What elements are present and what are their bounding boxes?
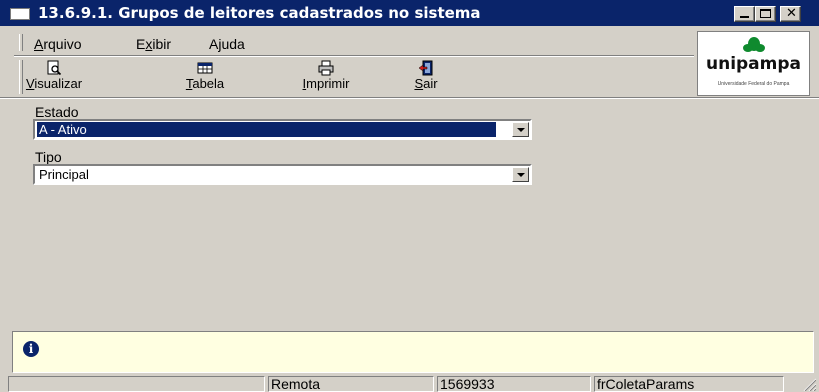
toolbar-divider	[0, 97, 819, 99]
close-icon: ✕	[786, 6, 797, 21]
minimize-button[interactable]	[734, 6, 755, 22]
maximize-button[interactable]	[755, 6, 776, 22]
info-panel: i	[12, 331, 814, 373]
preview-icon	[47, 60, 62, 76]
menu-ajuda-rest: uda	[221, 36, 245, 52]
estado-dropdown-button[interactable]	[512, 122, 529, 137]
menu-ajuda-pre: A	[209, 36, 219, 52]
status-connection: Remota	[268, 376, 434, 392]
tabela-label: Tabela	[185, 76, 225, 91]
menu-exibir[interactable]: Exibir	[136, 36, 171, 52]
menu-exibir-pre: E	[136, 36, 146, 52]
tipo-select[interactable]: Principal	[33, 164, 532, 185]
title-bar[interactable]: 13.6.9.1. Grupos de leitores cadastrados…	[0, 0, 819, 26]
estado-value: A - Ativo	[36, 121, 497, 138]
menubar-divider	[14, 55, 694, 57]
window-title: 13.6.9.1. Grupos de leitores cadastrados…	[38, 4, 481, 22]
tabela-button[interactable]: Tabela	[165, 58, 245, 96]
resize-grip-icon[interactable]	[792, 377, 816, 391]
imprimir-button[interactable]: Imprimir	[286, 58, 366, 96]
sair-button[interactable]: Sair	[386, 58, 466, 96]
app-icon[interactable]	[10, 8, 30, 20]
unipampa-logo: unipampa Universidade Federal do Pampa	[697, 31, 810, 96]
exit-icon	[418, 60, 433, 76]
logo-text: unipampa	[705, 54, 802, 74]
visualizar-button[interactable]: Visualizar	[14, 58, 94, 96]
status-user-id: 1569933	[437, 376, 591, 392]
estado-select[interactable]: A - Ativo	[33, 119, 532, 140]
sair-label: Sair	[414, 76, 438, 91]
printer-icon	[318, 60, 334, 76]
status-form-name: frColetaParams	[594, 376, 784, 392]
tipo-dropdown-button[interactable]	[512, 167, 529, 182]
menu-ajuda[interactable]: Ajuda	[209, 36, 245, 52]
status-cell-1	[8, 376, 265, 392]
menu-arquivo-mnemonic: A	[34, 36, 44, 52]
menu-arquivo[interactable]: Arquivo	[34, 36, 81, 52]
menu-exibir-rest: ibir	[152, 36, 172, 52]
table-icon	[197, 62, 213, 74]
visualizar-label: Visualizar	[25, 76, 83, 91]
leaf-logo-icon	[743, 37, 765, 52]
logo-subtitle: Universidade Federal do Pampa	[717, 81, 790, 87]
imprimir-label: Imprimir	[302, 76, 350, 91]
tipo-value: Principal	[39, 167, 89, 182]
tipo-label: Tipo	[35, 149, 62, 165]
menu-arquivo-rest: rquivo	[43, 36, 82, 52]
info-icon: i	[23, 341, 39, 357]
estado-label: Estado	[35, 104, 79, 120]
menubar-grip[interactable]	[19, 34, 23, 51]
minimize-icon	[740, 16, 749, 18]
close-button[interactable]: ✕	[780, 6, 801, 22]
maximize-icon	[760, 9, 771, 18]
